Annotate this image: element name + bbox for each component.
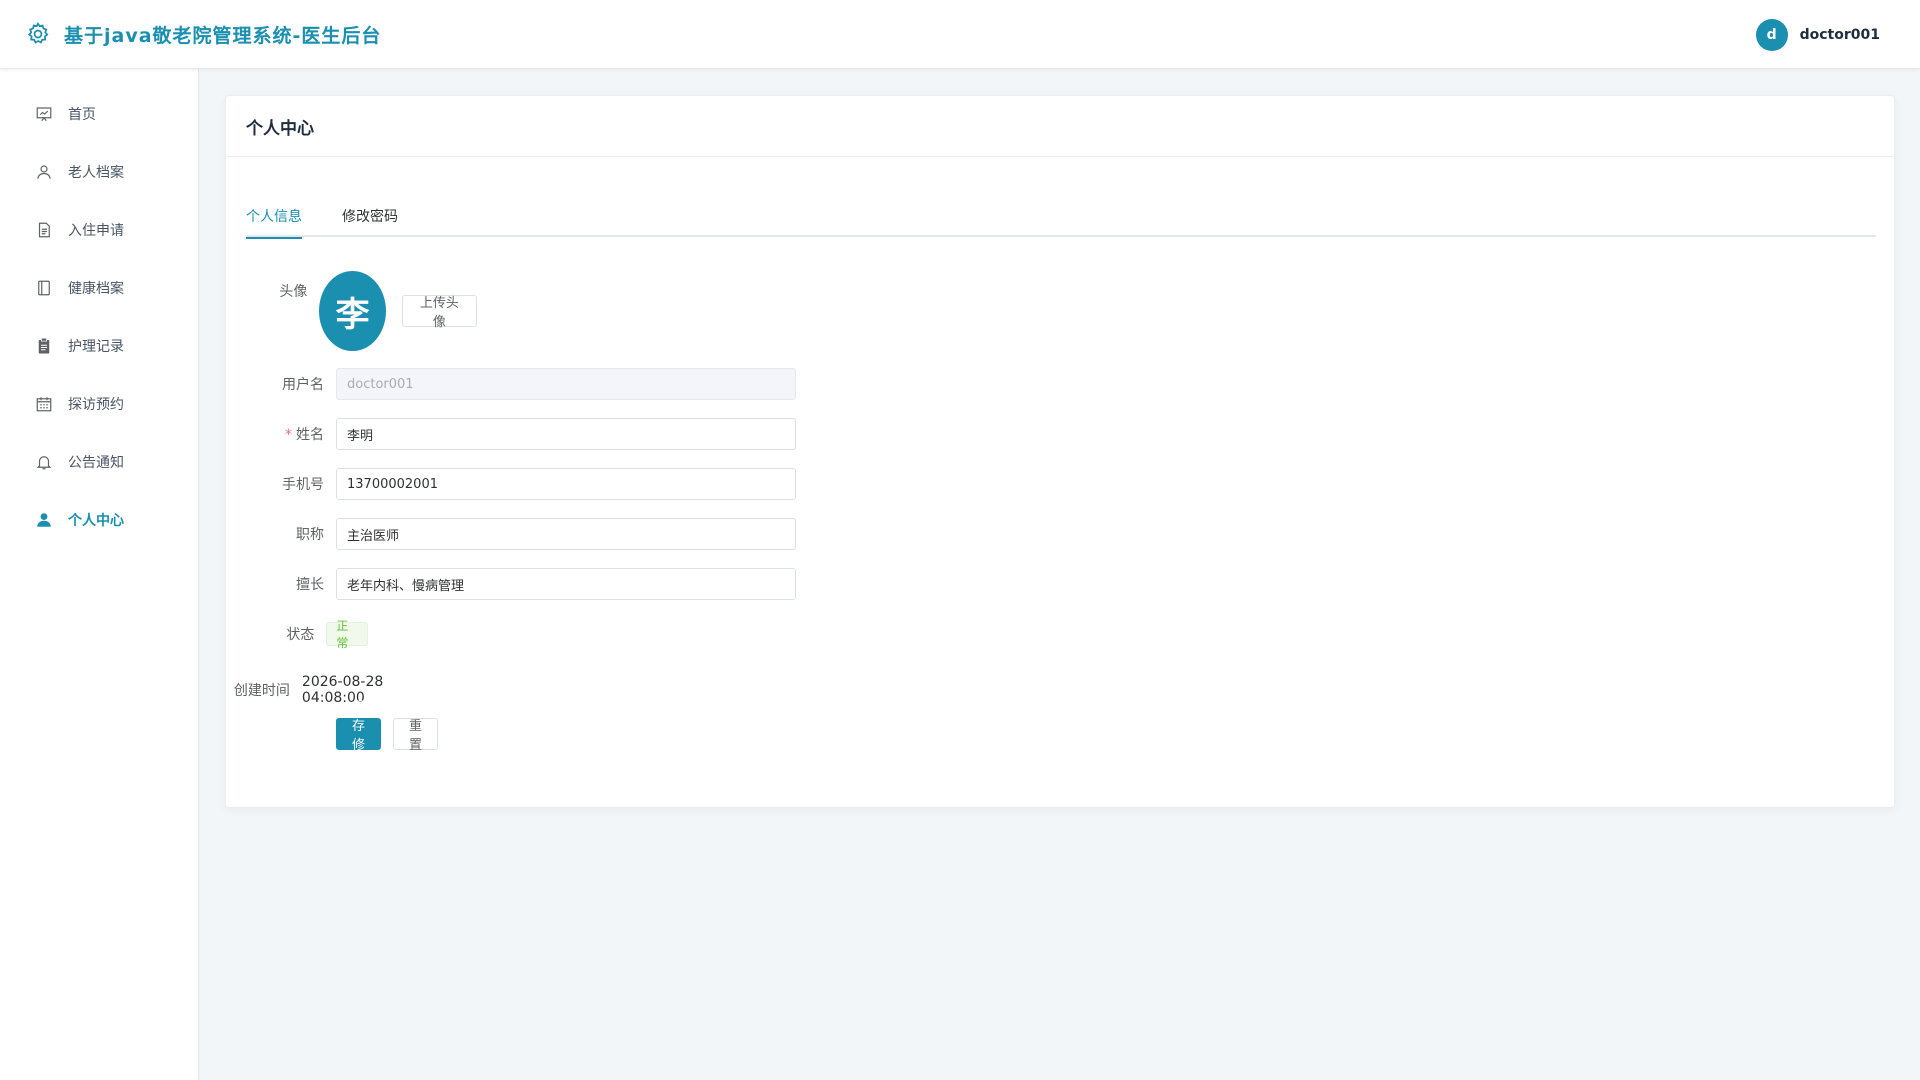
save-button[interactable]: 保存修改	[336, 700, 382, 772]
job-title-label: 职称	[296, 527, 324, 543]
bell-icon	[34, 452, 54, 472]
job-title-row: 职称	[226, 518, 796, 550]
created-time: 2026-08-28 04:08:00	[301, 674, 384, 706]
sidebar-item-care-records[interactable]: 护理记录	[0, 317, 198, 375]
sidebar-item-admission[interactable]: 入住申请	[0, 201, 198, 259]
job-title-field[interactable]	[336, 518, 796, 550]
clipboard-icon	[34, 336, 54, 356]
specialty-field[interactable]	[336, 568, 796, 600]
upload-avatar-button[interactable]: 上传头像	[401, 295, 478, 330]
user-icon	[34, 162, 54, 182]
sidebar-item-label: 首页	[68, 107, 96, 123]
sidebar-item-label: 入住申请	[68, 223, 124, 239]
top-header: 基于java敬老院管理系统-医生后台 d doctor001	[0, 0, 1920, 69]
name-row: * 姓名	[226, 418, 796, 450]
form-actions: 保存修改 重置	[226, 700, 439, 772]
user-name[interactable]: doctor001	[1800, 27, 1880, 43]
status-badge: 正常	[326, 619, 369, 650]
card-header: 个人中心	[226, 96, 1894, 157]
name-field[interactable]	[336, 418, 796, 450]
tab-change-password[interactable]: 修改密码	[342, 197, 398, 237]
gear-icon	[24, 20, 52, 48]
sidebar-item-label: 老人档案	[68, 165, 124, 181]
sidebar-item-label: 护理记录	[68, 339, 124, 355]
app-title: 基于java敬老院管理系统-医生后台	[64, 24, 382, 47]
sidebar-item-home[interactable]: 首页	[0, 85, 198, 143]
sidebar-item-label: 个人中心	[68, 513, 124, 529]
username-label: 用户名	[282, 377, 324, 393]
document-icon	[34, 220, 54, 240]
avatar-row: 头像 李 上传头像	[226, 271, 478, 351]
user-menu[interactable]: d doctor001	[1755, 0, 1880, 69]
username-row: 用户名	[226, 368, 796, 400]
sidebar-item-health-records[interactable]: 健康档案	[0, 259, 198, 317]
profile-card: 个人中心 个人信息 修改密码 头像 李 上传头像 用户名 *姓名 手机号 职称	[225, 95, 1895, 808]
specialty-label: 擅长	[296, 577, 324, 593]
status-label: 状态	[286, 627, 315, 643]
sidebar-item-visits[interactable]: 探访预约	[0, 375, 198, 433]
reset-button[interactable]: 重置	[393, 718, 439, 753]
avatar[interactable]: d	[1755, 18, 1788, 51]
phone-row: 手机号	[226, 468, 796, 500]
avatar-label: 头像	[279, 284, 308, 300]
created-row: 创建时间 2026-08-28 04:08:00	[226, 674, 399, 706]
notebook-icon	[34, 278, 54, 298]
status-row: 状态 正常	[226, 619, 369, 650]
profile-tabs: 个人信息 修改密码	[246, 197, 1876, 239]
name-label-text: 姓名	[296, 427, 324, 443]
sidebar-item-label: 公告通知	[68, 455, 124, 471]
required-mark: *	[285, 427, 292, 443]
specialty-row: 擅长	[226, 568, 796, 600]
sidebar-item-profile[interactable]: 个人中心	[0, 491, 198, 549]
page-title: 个人中心	[246, 118, 314, 139]
sidebar: 首页 老人档案 入住申请 健康档案 护理记录 探访预约 公告通知 个人中心	[0, 69, 199, 1080]
phone-label: 手机号	[282, 477, 324, 493]
sidebar-item-announcements[interactable]: 公告通知	[0, 433, 198, 491]
dashboard-icon	[34, 104, 54, 124]
user-filled-icon	[34, 510, 54, 530]
sidebar-item-elder-records[interactable]: 老人档案	[0, 143, 198, 201]
calendar-icon	[34, 394, 54, 414]
created-label: 创建时间	[233, 683, 290, 699]
phone-field[interactable]	[336, 468, 796, 500]
brand: 基于java敬老院管理系统-医生后台	[24, 20, 381, 48]
sidebar-item-label: 健康档案	[68, 281, 124, 297]
name-label: * 姓名	[226, 424, 336, 444]
sidebar-item-label: 探访预约	[68, 397, 124, 413]
tab-personal-info[interactable]: 个人信息	[246, 197, 302, 239]
sidebar-menu: 首页 老人档案 入住申请 健康档案 护理记录 探访预约 公告通知 个人中心	[0, 69, 198, 549]
profile-avatar: 李	[319, 271, 386, 351]
username-field	[336, 368, 796, 400]
